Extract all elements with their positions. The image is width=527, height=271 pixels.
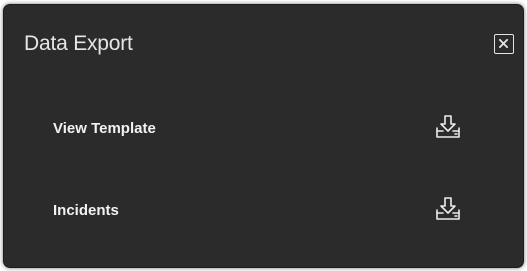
close-icon: [499, 39, 508, 48]
close-button[interactable]: [494, 34, 514, 54]
export-item-incidents[interactable]: Incidents: [4, 191, 523, 231]
download-incidents-button[interactable]: [435, 196, 461, 222]
download-icon: [436, 115, 460, 138]
export-item-label: View Template: [53, 120, 156, 137]
dialog-title: Data Export: [24, 32, 133, 55]
data-export-dialog: Data Export View Template Incidents: [3, 4, 524, 268]
export-item-label: Incidents: [53, 202, 119, 219]
download-icon: [436, 197, 460, 220]
export-item-view-template[interactable]: View Template: [4, 109, 523, 149]
download-view-template-button[interactable]: [435, 114, 461, 140]
